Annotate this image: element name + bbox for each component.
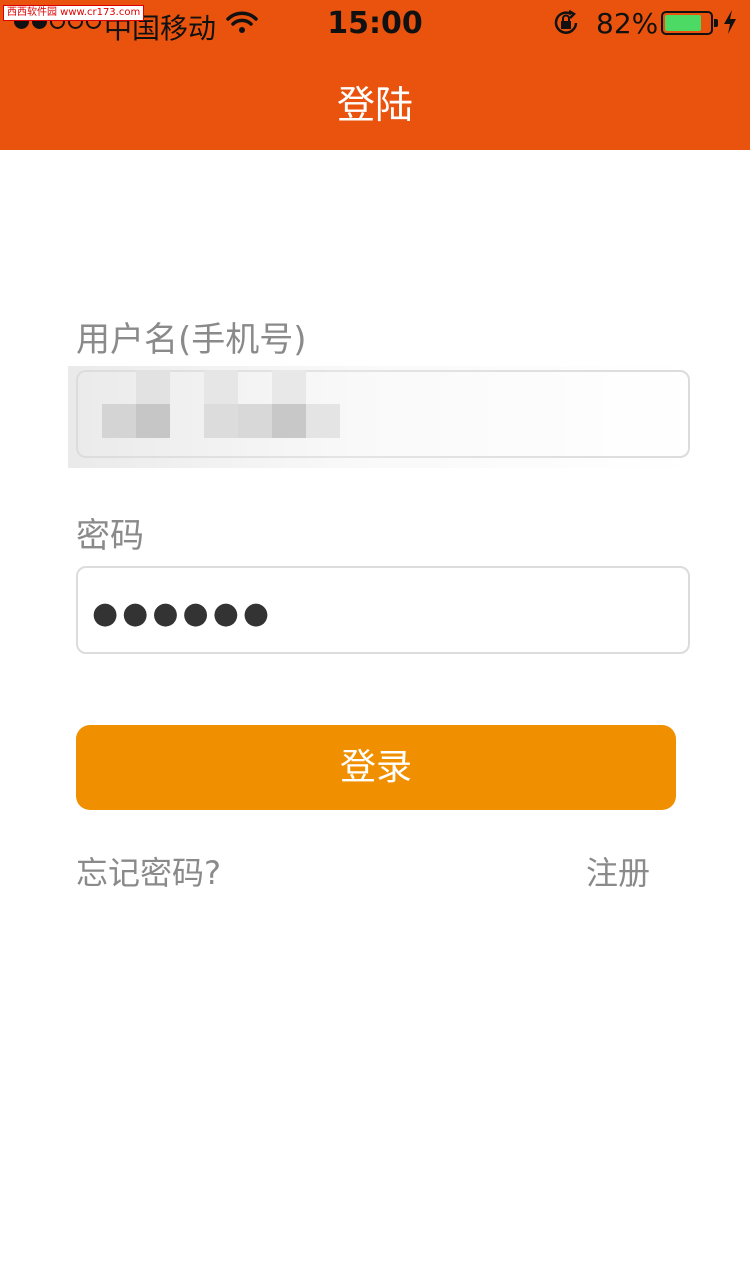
register-link[interactable]: 注册 bbox=[586, 848, 650, 894]
username-value-redacted bbox=[68, 366, 700, 468]
charging-bolt-icon bbox=[724, 10, 736, 34]
password-value: ●●●●●● bbox=[92, 596, 274, 631]
rotation-lock-icon bbox=[554, 9, 578, 34]
page-title: 登陆 bbox=[336, 83, 413, 127]
header: 中国移动 15:00 82% 西西软件园 www.cr173.com 登陆 bbox=[0, 0, 750, 150]
battery-icon bbox=[661, 11, 718, 35]
battery-percent: 82% bbox=[596, 7, 659, 40]
watermark: 西西软件园 www.cr173.com bbox=[3, 5, 145, 21]
forgot-password-link[interactable]: 忘记密码? bbox=[76, 848, 221, 894]
password-label: 密码 bbox=[76, 516, 144, 556]
username-label: 用户名(手机号) bbox=[76, 320, 307, 360]
login-button[interactable]: 登录 bbox=[76, 725, 676, 810]
